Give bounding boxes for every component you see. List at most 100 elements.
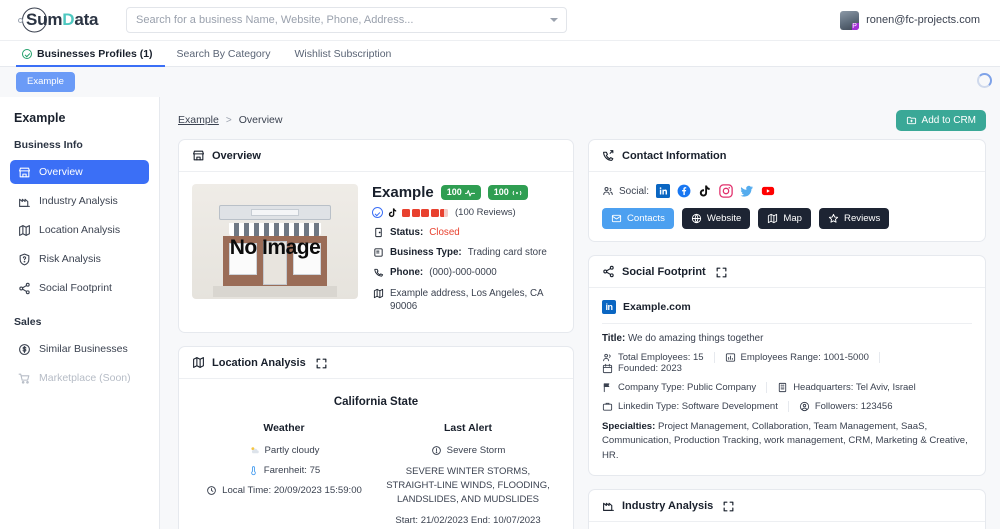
employees-range-stat: Employees Range: 1001-5000 <box>725 352 880 363</box>
tab-wishlist-subscription[interactable]: Wishlist Subscription <box>283 41 404 66</box>
specialties-line: Specialties: Project Management, Collabo… <box>602 420 972 463</box>
store-icon <box>192 149 205 162</box>
content-columns: Overview No Image Example 100 100 (100 R… <box>178 139 986 529</box>
store-icon <box>18 166 31 179</box>
map-label: Map <box>783 213 803 224</box>
profile-chip-example[interactable]: Example <box>16 72 75 92</box>
linkedin-company-header: in Example.com <box>602 300 972 324</box>
specialties-label: Specialties: <box>602 421 656 432</box>
company-type-stat: Company Type: Public Company <box>602 382 768 393</box>
search-input[interactable] <box>126 7 567 33</box>
breadcrumb-root[interactable]: Example <box>178 114 219 126</box>
people-icon <box>602 352 613 363</box>
loading-spinner-icon <box>977 73 992 88</box>
company-title-value: We do amazing things together <box>627 333 764 344</box>
app-logo[interactable]: SumData <box>16 7 102 33</box>
sidebar-item-similar-businesses[interactable]: Similar Businesses <box>10 337 149 361</box>
social-label: Social: <box>619 185 650 197</box>
local-time-value: Local Time: 20/09/2023 15:59:00 <box>222 485 362 497</box>
contacts-button[interactable]: Contacts <box>602 208 674 229</box>
sidebar-item-social-footprint[interactable]: Social Footprint <box>10 276 149 300</box>
status-line: Status: Closed <box>372 226 560 239</box>
last-alert-heading: Last Alert <box>443 422 493 435</box>
door-icon <box>372 226 384 238</box>
tab-label: Search By Category <box>176 47 271 60</box>
flag-icon <box>602 382 613 393</box>
sidebar-item-label: Marketplace (Soon) <box>39 372 131 384</box>
phone-icon <box>372 266 384 278</box>
star-rating <box>402 208 448 217</box>
company-name[interactable]: Example.com <box>623 301 691 313</box>
expand-icon[interactable] <box>715 266 727 278</box>
sidebar-item-label: Risk Analysis <box>39 253 101 265</box>
contact-information-title: Contact Information <box>622 149 727 162</box>
reviews-count: (100 Reviews) <box>455 207 516 218</box>
sidebar-item-location-analysis[interactable]: Location Analysis <box>10 218 149 242</box>
map-icon <box>18 224 31 237</box>
mail-icon <box>611 213 622 224</box>
tiktok-icon[interactable] <box>698 184 712 198</box>
chevron-down-icon[interactable] <box>550 18 558 22</box>
add-to-crm-button[interactable]: Add to CRM <box>895 109 986 131</box>
building-icon <box>777 382 788 393</box>
expand-icon[interactable] <box>722 500 734 512</box>
pulse-icon <box>464 189 475 197</box>
clock-icon <box>206 485 217 496</box>
linkedin-type-stat: Linkedin Type: Software Development <box>602 401 789 412</box>
social-footprint-header: Social Footprint <box>589 256 985 288</box>
industry-analysis-card: Industry Analysis Estimated Monthly Busi… <box>588 489 986 529</box>
sidebar-item-label: Overview <box>39 166 83 178</box>
contacts-label: Contacts <box>627 213 665 224</box>
score-value: 100 <box>446 187 462 197</box>
contact-information-body: Social: Contacts Website Map Reviews <box>589 172 985 241</box>
score-badge-signal: 100 <box>487 185 528 200</box>
social-footprint-card: Social Footprint in Example.com Title: W… <box>588 255 986 477</box>
temperature-value: Farenheit: 75 <box>263 465 321 477</box>
facebook-icon[interactable] <box>677 184 691 198</box>
phone-label: Phone: <box>390 267 424 279</box>
expand-icon[interactable] <box>315 357 327 369</box>
sidebar-item-overview[interactable]: Overview <box>10 160 149 184</box>
map-icon <box>372 287 384 299</box>
followers-stat: Followers: 123456 <box>799 401 903 412</box>
reviews-button[interactable]: Reviews <box>819 208 890 229</box>
tab-businesses-profiles[interactable]: Businesses Profiles (1) <box>16 41 165 67</box>
share-icon <box>602 265 615 278</box>
sidebar: Example Business Info Overview Industry … <box>0 97 160 529</box>
stat-label: Headquarters: Tel Aviv, Israel <box>793 382 916 393</box>
contact-information-card: Contact Information Social: Contacts Web… <box>588 139 986 242</box>
business-name: Example <box>372 184 434 201</box>
status-badge: Closed <box>429 227 460 238</box>
website-button[interactable]: Website <box>681 208 751 229</box>
rating-row: (100 Reviews) <box>372 207 560 218</box>
top-header: SumData P ronen@fc-projects.com <box>0 0 1000 41</box>
specialties-value: Project Management, Collaboration, Team … <box>602 421 968 461</box>
business-type-value: Trading card store <box>467 247 547 259</box>
cart-icon <box>18 372 31 385</box>
sidebar-item-industry-analysis[interactable]: Industry Analysis <box>10 189 149 213</box>
map-button[interactable]: Map <box>758 208 812 229</box>
social-label-group: Social: <box>602 185 649 197</box>
main-content: Example > Overview Add to CRM Overview N… <box>160 97 1000 529</box>
app-root: SumData P ronen@fc-projects.com Business… <box>0 0 1000 529</box>
industry-analysis-body: Estimated Monthly Business Expenses Busi… <box>589 522 985 529</box>
youtube-icon[interactable] <box>761 184 775 198</box>
card-icon <box>372 246 384 258</box>
user-menu[interactable]: P ronen@fc-projects.com <box>840 10 984 30</box>
score-value: 100 <box>493 187 509 197</box>
instagram-icon[interactable] <box>719 184 733 198</box>
tab-search-by-category[interactable]: Search By Category <box>165 41 283 66</box>
location-analysis-card: Location Analysis California State Weath… <box>178 346 574 529</box>
sidebar-item-label: Social Footprint <box>39 282 112 294</box>
score-badge-pulse: 100 <box>440 185 481 200</box>
star-icon <box>828 213 839 224</box>
stats-row-3: Linkedin Type: Software Development Foll… <box>602 401 972 412</box>
linkedin-icon[interactable] <box>656 184 671 198</box>
sidebar-item-risk-analysis[interactable]: Risk Analysis <box>10 247 149 271</box>
tab-bar: Businesses Profiles (1) Search By Catego… <box>0 41 1000 67</box>
website-label: Website <box>706 213 742 224</box>
share-icon <box>18 282 31 295</box>
company-title-label: Title: <box>602 333 626 344</box>
tiktok-icon <box>387 207 398 218</box>
twitter-icon[interactable] <box>740 184 754 198</box>
